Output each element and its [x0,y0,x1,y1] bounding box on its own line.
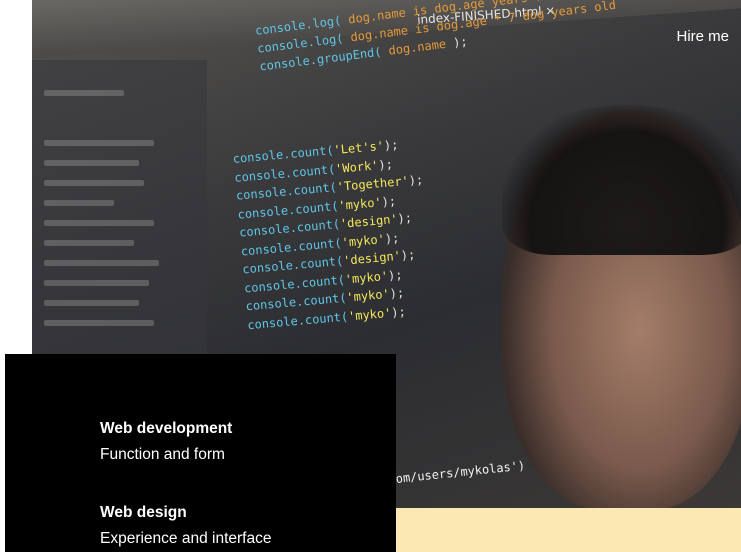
portrait-hair [502,105,741,255]
sidebar-entry [44,240,134,246]
code-string: 'design' [339,211,399,231]
service-subtitle: Experience and interface [100,530,272,547]
code-string: 'myko' [344,268,389,287]
sidebar-entry [44,140,154,146]
sidebar-entry [44,200,114,206]
code-block: console.count('Let's'); console.count('W… [232,124,547,334]
code-string: 'Let's' [332,138,385,158]
sidebar-entry [44,260,159,266]
code-punct: ); [389,285,405,301]
code-punct: ); [383,137,399,153]
code-string: 'design' [342,248,402,268]
code-punct: ); [384,230,400,246]
code-punct: ); [387,267,404,283]
service-subtitle: Function and form [100,446,225,463]
sidebar-entry [44,220,154,226]
sidebar-entry [44,300,139,306]
code-string: 'myko' [341,231,386,250]
code-punct: ); [400,247,416,263]
code-punct: ); [452,34,469,50]
sidebar-entry [44,180,144,186]
code-string: 'myko' [337,194,383,213]
service-web-development: Web development Function and form [100,420,232,464]
code-string: 'myko' [345,286,391,305]
sidebar-entry [44,320,154,326]
code-punct: ); [408,172,424,188]
code-punct: ); [377,156,394,172]
sidebar-entry [44,90,124,96]
service-title: Web design [100,504,187,521]
sidebar-entry [44,160,139,166]
sidebar-entry [44,280,149,286]
hire-me-link[interactable]: Hire me [676,28,729,45]
code-string: 'Together' [336,173,410,194]
service-title: Web development [100,420,233,437]
code-punct: ); [380,193,397,209]
code-string: 'myko' [347,305,392,323]
cream-panel [396,508,741,552]
code-punct: ); [390,304,407,320]
services-panel: Web development Function and form Web de… [5,354,396,552]
service-web-design: Web design Experience and interface [100,504,271,548]
code-punct: ); [396,210,413,226]
code-string: 'Work' [334,157,379,176]
